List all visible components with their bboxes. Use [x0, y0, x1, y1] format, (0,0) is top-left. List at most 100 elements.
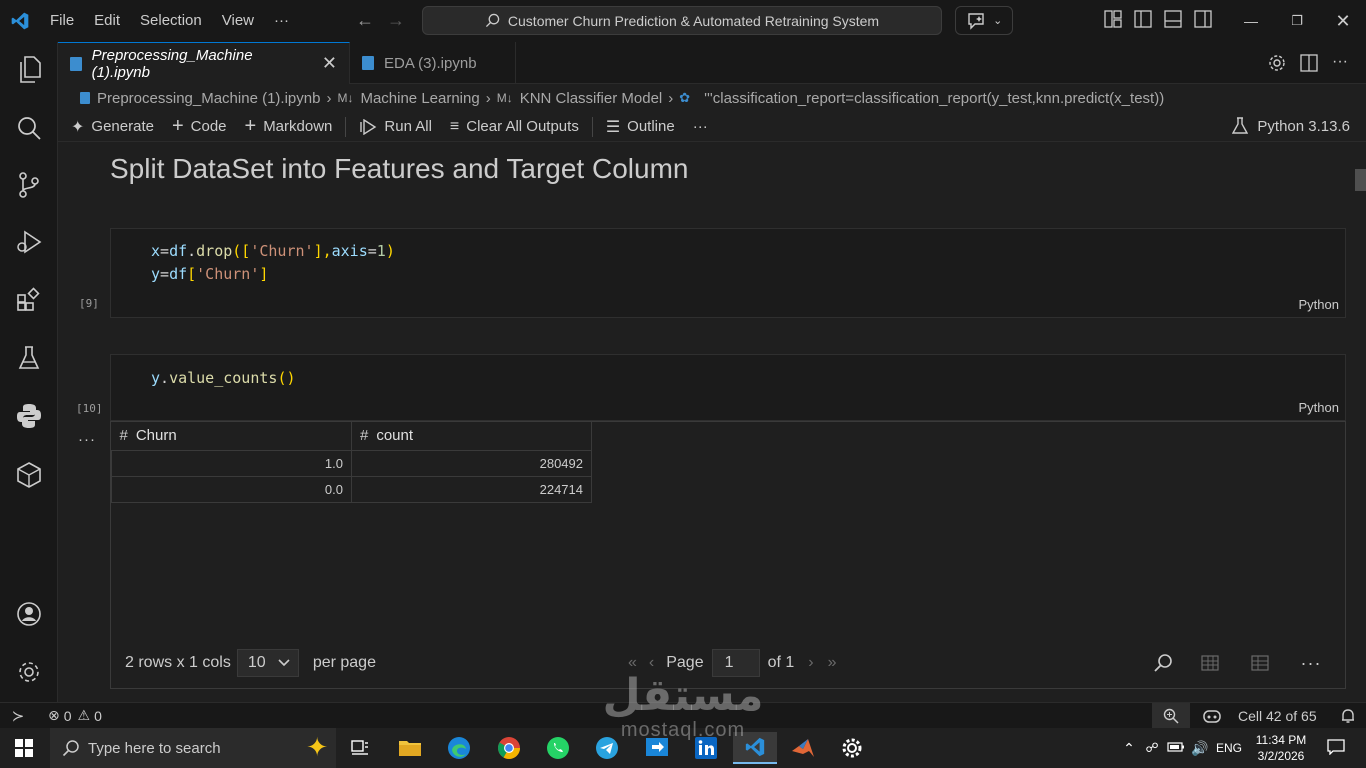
table-cell[interactable]: 1.0 — [111, 449, 352, 477]
table-cell[interactable]: 224714 — [351, 475, 592, 503]
code-line[interactable]: y=df['Churn'] — [151, 265, 268, 283]
linkedin-icon[interactable] — [684, 732, 728, 764]
code-cell[interactable]: x=df.drop(['Churn'],axis=1) y=df['Churn'… — [110, 228, 1346, 318]
code-line[interactable]: x=df.drop(['Churn'],axis=1) — [151, 242, 395, 260]
notebook-settings-gear-icon[interactable] — [1268, 54, 1286, 72]
first-page-icon[interactable]: « — [628, 654, 637, 672]
vscode-logo-icon[interactable] — [0, 0, 40, 42]
add-markdown-cell-button[interactable]: + Markdown — [236, 115, 342, 138]
menu-edit[interactable]: Edit — [84, 0, 130, 42]
edge-browser-icon[interactable] — [437, 732, 481, 764]
grid-settings-icon[interactable] — [1250, 655, 1269, 671]
settings-gear-icon[interactable] — [830, 732, 874, 764]
split-editor-icon[interactable] — [1300, 54, 1318, 72]
volume-icon[interactable]: 🔊 — [1188, 740, 1212, 757]
matlab-icon[interactable] — [781, 732, 825, 764]
column-header-count[interactable]: # count — [351, 422, 592, 451]
input-language-indicator[interactable]: ENG — [1212, 741, 1246, 755]
taskbar-search-box[interactable]: Type here to search ✦ — [50, 728, 336, 768]
close-icon[interactable]: ✕ — [322, 53, 337, 74]
problems-indicator[interactable]: ⊗ 0 ⚠ 0 — [42, 703, 108, 729]
table-cell[interactable]: 280492 — [351, 449, 592, 477]
remote-explorer-icon[interactable] — [0, 451, 58, 499]
menu-selection[interactable]: Selection — [130, 0, 212, 42]
code-line[interactable]: y.value_counts() — [151, 369, 296, 387]
cell-language-label[interactable]: Python — [1299, 297, 1339, 312]
run-debug-icon[interactable] — [0, 218, 58, 266]
notification-center-icon[interactable] — [1316, 738, 1356, 758]
cell-language-label[interactable]: Python — [1299, 400, 1339, 415]
kernel-label: Python 3.13.6 — [1257, 117, 1350, 135]
close-window-icon[interactable]: ✕ — [1320, 0, 1366, 42]
restore-icon[interactable]: ❐ — [1274, 0, 1320, 42]
tab-eda-notebook[interactable]: EDA (3).ipynb — [350, 42, 516, 84]
page-number-input[interactable]: 1 — [711, 649, 760, 677]
remote-indicator-icon[interactable]: ≻ — [0, 703, 36, 729]
breadcrumb-item-subsection[interactable]: KNN Classifier Model — [520, 90, 663, 107]
search-icon[interactable] — [0, 104, 58, 152]
table-cell[interactable]: 0.0 — [111, 475, 352, 503]
customize-layout-icon[interactable] — [1104, 10, 1122, 28]
add-code-cell-button[interactable]: + Code — [163, 115, 236, 138]
table-row[interactable]: 1.0 280492 — [111, 449, 592, 477]
zoom-icon[interactable] — [1152, 702, 1190, 729]
toggle-secondary-sidebar-icon[interactable] — [1194, 10, 1212, 28]
vscode-taskbar-icon[interactable] — [733, 732, 777, 764]
code-cell[interactable]: y.value_counts() Python — [110, 354, 1346, 421]
minimize-icon[interactable]: — — [1228, 0, 1274, 42]
table-row[interactable]: 0.0 224714 — [111, 475, 592, 503]
network-icon[interactable]: ☍ — [1140, 740, 1164, 756]
last-page-icon[interactable]: » — [828, 654, 837, 672]
back-arrow-icon[interactable]: ← — [350, 10, 380, 31]
extensions-icon[interactable] — [0, 276, 58, 324]
battery-icon[interactable] — [1164, 741, 1188, 755]
remote-app-icon[interactable] — [635, 732, 679, 764]
kernel-picker[interactable]: Python 3.13.6 — [1232, 117, 1350, 135]
menu-file[interactable]: File — [40, 0, 84, 42]
breadcrumb-item-section[interactable]: Machine Learning — [360, 90, 479, 107]
toggle-primary-sidebar-icon[interactable] — [1134, 10, 1152, 28]
next-page-icon[interactable]: › — [808, 654, 813, 672]
scrollbar-thumb[interactable] — [1355, 169, 1366, 191]
forward-arrow-icon[interactable]: → — [381, 10, 411, 31]
windows-start-icon[interactable] — [2, 732, 46, 764]
breadcrumb-item-file[interactable]: Preprocessing_Machine (1).ipynb — [97, 90, 320, 107]
cell-position-indicator[interactable]: Cell 42 of 65 — [1232, 703, 1323, 729]
chevron-up-icon[interactable]: ⌃ — [1118, 740, 1140, 757]
notifications-bell-icon[interactable] — [1334, 703, 1362, 729]
accounts-icon[interactable] — [0, 590, 58, 638]
explorer-icon[interactable] — [0, 46, 58, 94]
generate-button[interactable]: ✦ Generate — [62, 117, 163, 137]
task-view-icon[interactable] — [338, 732, 382, 764]
python-icon[interactable] — [0, 392, 58, 440]
run-all-button[interactable]: Run All — [350, 118, 441, 135]
page-size-select[interactable]: 10 — [236, 649, 299, 677]
menu-more[interactable]: ··· — [264, 0, 299, 42]
file-explorer-icon[interactable] — [388, 732, 432, 764]
more-options-icon[interactable]: ··· — [1301, 653, 1322, 674]
clock[interactable]: 11:34 PM 3/2/2026 — [1246, 732, 1316, 764]
telegram-icon[interactable] — [585, 732, 629, 764]
tab-preprocessing-notebook[interactable]: Preprocessing_Machine (1).ipynb ✕ — [58, 42, 350, 84]
search-icon[interactable] — [1153, 653, 1173, 673]
column-header-churn[interactable]: # Churn — [111, 422, 352, 451]
chrome-browser-icon[interactable] — [487, 732, 531, 764]
testing-flask-icon[interactable] — [0, 334, 58, 382]
clear-all-outputs-button[interactable]: ≡ Clear All Outputs — [441, 118, 588, 136]
table-view-icon[interactable] — [1200, 655, 1219, 671]
outline-button[interactable]: ☰ Outline — [597, 117, 684, 137]
toolbar-more-button[interactable]: ··· — [684, 118, 717, 135]
vertical-scrollbar[interactable] — [1354, 143, 1366, 702]
output-actions-button[interactable]: ··· — [78, 431, 96, 448]
breadcrumb-item-cell[interactable]: '''classification_report=classification_… — [704, 90, 1164, 107]
copilot-chat-button[interactable]: ⌄ — [955, 6, 1013, 35]
more-actions-icon[interactable]: ··· — [1332, 54, 1348, 72]
source-control-icon[interactable] — [0, 161, 58, 209]
previous-page-icon[interactable]: ‹ — [649, 654, 654, 672]
toggle-panel-icon[interactable] — [1164, 10, 1182, 28]
command-center-search[interactable]: Customer Churn Prediction & Automated Re… — [422, 6, 942, 35]
whatsapp-icon[interactable] — [536, 732, 580, 764]
menu-view[interactable]: View — [212, 0, 264, 42]
settings-gear-icon[interactable] — [0, 648, 58, 696]
copilot-status-icon[interactable] — [1196, 703, 1228, 729]
